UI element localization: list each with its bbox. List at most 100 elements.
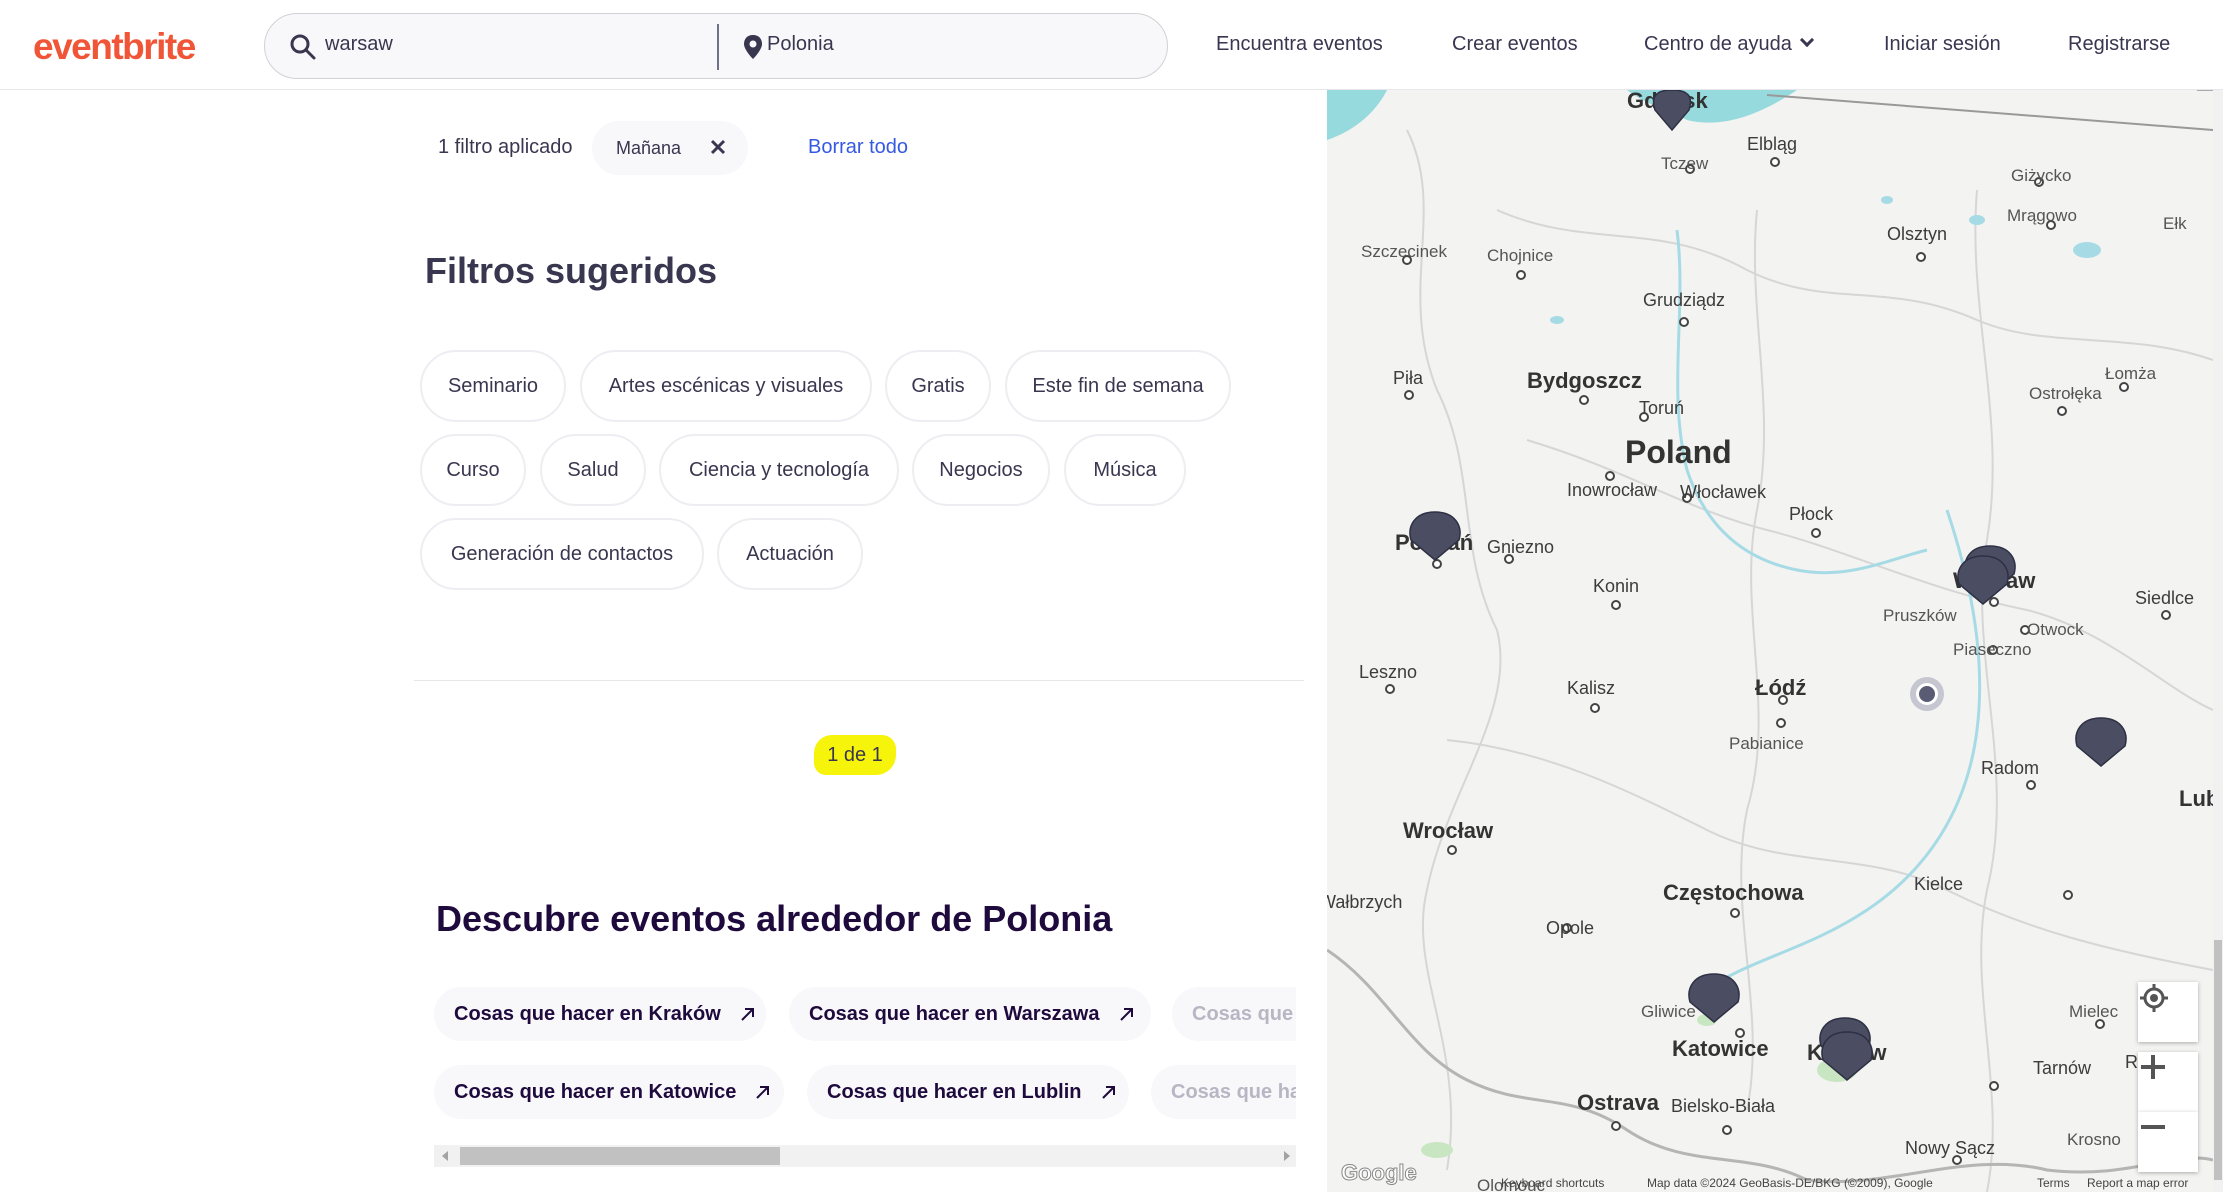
map-label: Siedlce [2135,588,2195,608]
filter-pill[interactable]: Música [1064,434,1186,506]
crosshair-icon [2140,984,2168,1012]
search-divider [717,24,719,70]
search-input[interactable]: warsaw [325,33,393,56]
location-input[interactable]: Polonia [767,33,834,56]
filter-pill[interactable]: Generación de contactos [420,518,704,590]
map-label: Piła [1393,368,1424,388]
map-label: Wrocław [1403,818,1494,843]
map-label: Gdańsk [1627,90,1708,113]
city-link-more[interactable]: Cosas que hacer en [1151,1065,1296,1119]
city-link-more[interactable]: Cosas que hacer en [1172,987,1296,1041]
map-label: Płock [1789,504,1834,524]
map-label: Bydgoszcz [1527,368,1642,393]
map-label: Nowy Sącz [1905,1138,1996,1158]
map-label: Leszno [1359,662,1418,682]
discover-title: Descubre eventos alrededor de Polonia [436,898,1113,939]
filter-pill[interactable]: Negocios [912,434,1050,506]
map-label: Giżycko [2011,166,2072,185]
close-icon[interactable] [706,135,730,159]
map-label: Tarnów [2033,1058,2092,1078]
city-link-label: Cosas que hacer en [1192,1002,1296,1025]
map-data-attribution: Map data ©2024 GeoBasis-DE/BKG (©2009), … [1647,1176,1933,1190]
map-label: Piaseczno [1953,640,2032,659]
terms-link[interactable]: Terms [2037,1176,2070,1190]
filter-pill[interactable]: Artes escénicas y visuales [580,350,872,422]
external-arrow-icon [756,1086,770,1099]
city-link-krakow[interactable]: Cosas que hacer en Kraków [434,987,766,1041]
filter-pill[interactable]: Seminario [420,350,566,422]
city-link-warszawa[interactable]: Cosas que hacer en Warszawa [789,987,1151,1041]
city-link-label: Cosas que hacer en [1171,1080,1296,1103]
map-label: Krosno [2067,1130,2121,1149]
top-nav: eventbrite warsaw Polonia Encuentra even… [0,0,2223,90]
map-label: Kraków [1807,1040,1887,1065]
map-label: Otwock [2027,620,2084,639]
external-arrow-icon [1119,1008,1133,1021]
page-scrollbar[interactable] [2213,90,2223,1192]
city-link-label: Cosas que hacer en Kraków [454,1002,721,1025]
map-label: Warsaw [1953,568,2036,593]
map-label: Mrągowo [2007,206,2077,225]
my-location-button[interactable] [2138,982,2198,1042]
map-label: Łomża [2105,364,2157,383]
map-label: Częstochowa [1663,880,1804,905]
filter-pill[interactable]: Ciencia y tecnología [659,434,899,506]
filter-pill[interactable]: Este fin de semana [1005,350,1231,422]
map-label: Opole [1546,918,1595,938]
filter-pill[interactable]: Actuación [717,518,863,590]
map-label: Konin [1593,576,1640,596]
section-divider [414,680,1304,681]
scrollbar-thumb[interactable] [460,1147,780,1165]
search-bar[interactable]: warsaw Polonia [264,13,1168,79]
nav-create-events[interactable]: Crear eventos [1452,33,1578,56]
report-map-error-link[interactable]: Report a map error [2087,1176,2188,1190]
location-pin-icon [744,35,762,59]
zoom-in-button[interactable] [2138,1052,2198,1112]
filter-pill[interactable]: Curso [420,434,526,506]
external-arrow-icon [741,1008,754,1021]
nav-help-center[interactable]: Centro de ayuda [1644,32,1814,56]
nav-register[interactable]: Registrarse [2068,33,2170,56]
map-label: Inowrocław [1567,480,1658,500]
minus-icon [2141,1125,2165,1129]
map-label: Wałbrzych [1327,892,1403,912]
active-filter-label: Mañana [616,138,682,158]
pagination-label: 1 de 1 [814,735,896,775]
page-scrollbar-thumb[interactable] [2214,940,2222,1180]
scroll-right-arrow-icon[interactable] [1284,1151,1290,1161]
horizontal-scrollbar[interactable] [434,1145,1296,1167]
nav-find-events[interactable]: Encuentra eventos [1216,33,1383,56]
map-label: Grudziądz [1643,290,1726,310]
map-country-label: Poland [1625,434,1732,470]
plus-icon [2141,1055,2165,1079]
map-label: Olsztyn [1887,224,1948,244]
filter-count-label: 1 filtro aplicado [438,136,573,158]
map-footer: Keyboard shortcuts Map data ©2024 GeoBas… [1327,1176,2213,1192]
external-arrow-icon [1101,1086,1115,1099]
map-label: Chojnice [1487,246,1554,265]
eventbrite-logo[interactable]: eventbrite [33,26,196,68]
keyboard-shortcuts-link[interactable]: Keyboard shortcuts [1501,1176,1604,1190]
zoom-out-button[interactable] [2138,1112,2198,1172]
active-filter-chip[interactable]: Mañana [592,121,748,175]
city-link-katowice[interactable]: Cosas que hacer en Katowice [434,1065,784,1119]
map-label: Poznań [1395,530,1474,555]
chevron-down-icon [1799,32,1814,48]
filter-pill[interactable]: Salud [540,434,646,506]
map-label: Lublin [2179,786,2213,811]
map-label: Katowice [1672,1036,1769,1061]
nav-login[interactable]: Iniciar sesión [1884,33,2001,56]
city-link-lublin[interactable]: Cosas que hacer en Lublin [807,1065,1129,1119]
suggested-filters-title: Filtros sugeridos [425,250,718,291]
clear-all-link[interactable]: Borrar todo [808,136,908,159]
map-label: Mielec [2069,1002,2119,1021]
map-label: Radom [1981,758,2040,778]
map-label: Pabianice [1729,734,1804,753]
map-label: Pruszków [1883,606,1957,625]
filter-pill[interactable]: Gratis [885,350,991,422]
city-link-label: Cosas que hacer en Katowice [454,1080,737,1103]
map-label: Gliwice [1641,1002,1696,1021]
map-panel[interactable]: Gdańsk Elbląg Tczew Giżycko Mrągowo Olsz… [1327,90,2213,1192]
scroll-left-arrow-icon[interactable] [442,1151,448,1161]
city-link-label: Cosas que hacer en Lublin [827,1080,1082,1103]
